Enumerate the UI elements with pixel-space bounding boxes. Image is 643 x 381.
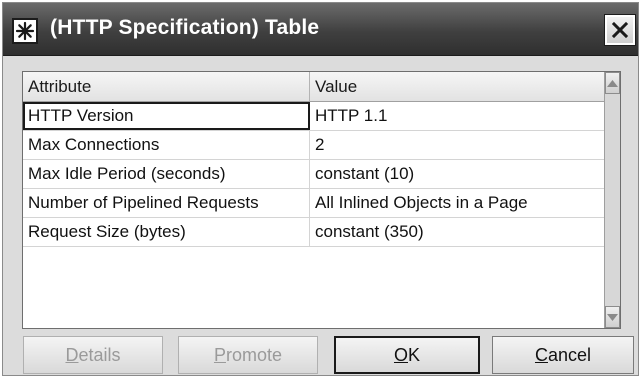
table-row[interactable]: HTTP Version HTTP 1.1: [23, 102, 605, 131]
table-row[interactable]: Request Size (bytes) constant (350): [23, 218, 605, 247]
attribute-cell[interactable]: Max Idle Period (seconds): [23, 160, 310, 188]
promote-button[interactable]: Promote: [178, 336, 318, 374]
attribute-cell[interactable]: HTTP Version: [23, 102, 310, 130]
table-row[interactable]: Max Idle Period (seconds) constant (10): [23, 160, 605, 189]
table-row[interactable]: Max Connections 2: [23, 131, 605, 160]
details-mnemonic: D: [65, 344, 79, 365]
dialog-window: (HTTP Specification) Table Attribute Val…: [2, 2, 639, 376]
ok-mnemonic: O: [393, 344, 408, 365]
scroll-up-arrow-icon: [607, 79, 618, 87]
asterisk-star-icon: [12, 18, 38, 44]
value-cell[interactable]: constant (350): [310, 218, 605, 246]
ok-button[interactable]: OK: [334, 336, 480, 374]
table-header: Attribute Value: [23, 72, 605, 102]
value-cell[interactable]: All Inlined Objects in a Page: [310, 189, 605, 217]
cancel-label: ancel: [547, 344, 592, 365]
value-cell[interactable]: 2: [310, 131, 605, 159]
value-cell[interactable]: HTTP 1.1: [310, 102, 605, 130]
scroll-down-arrow-icon: [607, 313, 618, 321]
attribute-table: Attribute Value HTTP Version HTTP 1.1 Ma…: [22, 71, 621, 329]
promote-label: romote: [225, 344, 283, 365]
window-title: (HTTP Specification) Table: [50, 16, 320, 39]
attribute-cell[interactable]: Max Connections: [23, 131, 310, 159]
promote-mnemonic: P: [213, 344, 226, 365]
details-button[interactable]: Details: [23, 336, 163, 374]
value-cell[interactable]: constant (10): [310, 160, 605, 188]
scroll-up-button[interactable]: [605, 72, 620, 94]
title-bar[interactable]: (HTTP Specification) Table: [3, 3, 638, 56]
details-label: etails: [78, 344, 121, 365]
table-body: HTTP Version HTTP 1.1 Max Connections 2 …: [23, 102, 605, 247]
table-row[interactable]: Number of Pipelined Requests All Inlined…: [23, 189, 605, 218]
close-icon: [611, 21, 629, 39]
ok-label: K: [408, 344, 421, 365]
column-header-attribute[interactable]: Attribute: [23, 72, 310, 101]
column-header-value[interactable]: Value: [310, 72, 605, 101]
attribute-cell[interactable]: Number of Pipelined Requests: [23, 189, 310, 217]
scroll-down-button[interactable]: [605, 306, 620, 328]
vertical-scrollbar[interactable]: [604, 72, 620, 328]
cancel-mnemonic: C: [534, 344, 548, 365]
attribute-cell[interactable]: Request Size (bytes): [23, 218, 310, 246]
cancel-button[interactable]: Cancel: [492, 336, 634, 374]
close-button[interactable]: [604, 14, 636, 46]
